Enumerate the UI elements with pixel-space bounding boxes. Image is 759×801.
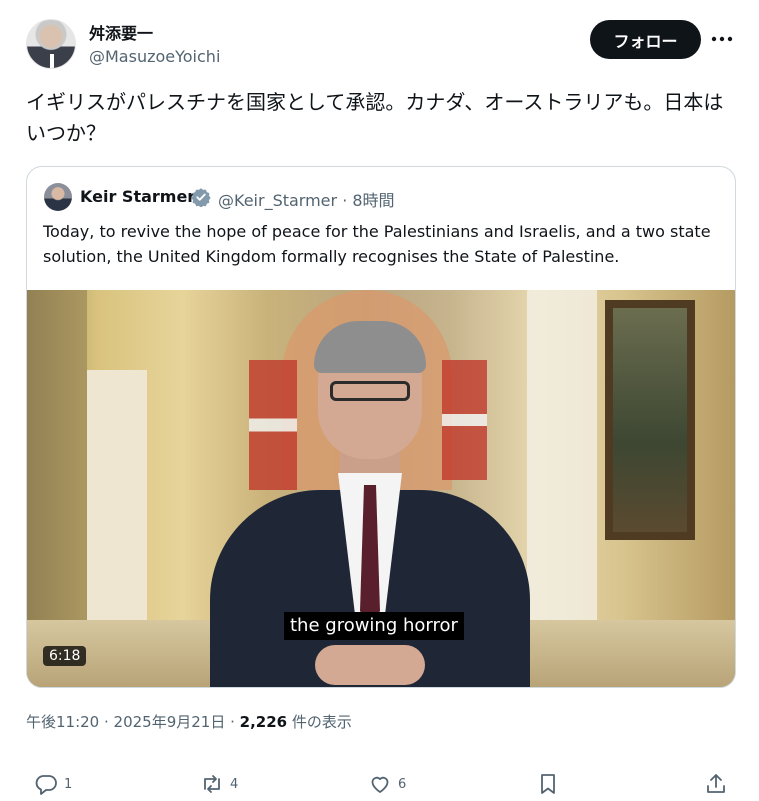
quoted-author-avatar <box>44 183 72 211</box>
view-label: 件の表示 <box>287 713 352 731</box>
repost-count: 4 <box>230 776 239 792</box>
more-options-icon[interactable] <box>711 29 733 49</box>
author-name[interactable]: 舛添要一 <box>89 20 153 44</box>
repost-icon <box>204 775 220 793</box>
quoted-author-name: Keir Starmer <box>80 187 196 206</box>
follow-button[interactable]: フォロー <box>590 20 701 59</box>
video-caption: the growing horror <box>284 612 464 640</box>
bookmark-button[interactable] <box>536 772 560 796</box>
verified-badge-icon <box>191 187 211 208</box>
reply-button[interactable]: 1 <box>34 772 72 796</box>
view-count: 2,226 <box>239 713 288 731</box>
tweet-text: イギリスがパレスチナを国家として承認。カナダ、オーストラリアも。日本はいつか？ <box>26 90 724 145</box>
quoted-author-handle-time: @Keir_Starmer · 8時間 <box>218 191 395 210</box>
author-handle[interactable]: @MasuzoeYoichi <box>89 47 220 66</box>
share-icon <box>707 774 725 793</box>
quoted-tweet-text: Today, to revive the hope of peace for t… <box>43 222 711 266</box>
like-button[interactable]: 6 <box>368 772 406 796</box>
video-player[interactable]: the growing horror 6:18 <box>27 290 735 687</box>
repost-button[interactable]: 4 <box>200 772 238 796</box>
share-button[interactable] <box>704 772 728 796</box>
author-avatar[interactable] <box>26 19 76 69</box>
heart-icon <box>371 776 389 793</box>
bookmark-icon <box>541 774 555 794</box>
like-count: 6 <box>398 776 407 792</box>
action-bar: 1 4 6 <box>0 768 759 801</box>
video-duration: 6:18 <box>43 646 87 666</box>
reply-icon <box>35 775 57 795</box>
tweet-timestamp[interactable]: 午後11:20 · 2025年9月21日 · <box>26 713 240 731</box>
quoted-tweet[interactable]: Keir Starmer @Keir_Starmer · 8時間 Today, … <box>26 166 736 688</box>
reply-count: 1 <box>64 776 73 792</box>
tweet-meta: 午後11:20 · 2025年9月21日 · 2,226 件の表示 <box>26 711 352 732</box>
